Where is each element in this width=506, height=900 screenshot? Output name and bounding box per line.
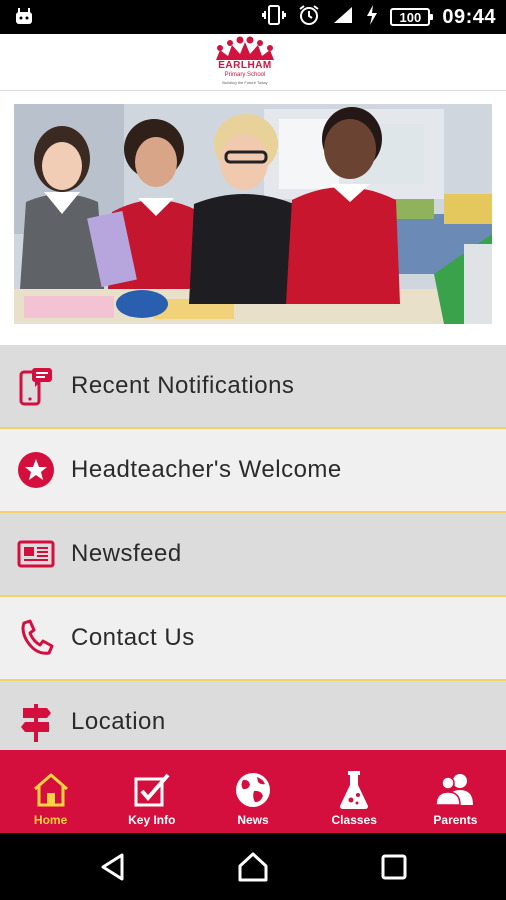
nav-label: Classes — [331, 813, 377, 827]
menu-label: Headteacher's Welcome — [71, 456, 342, 483]
logo-subtitle: Primary School — [224, 72, 266, 78]
system-navigation-bar — [0, 833, 506, 900]
nav-label: Parents — [433, 813, 478, 827]
home-button-icon[interactable] — [237, 851, 269, 883]
phone-notification-icon — [16, 366, 56, 406]
menu-item-contact-us[interactable]: Contact Us — [0, 597, 506, 681]
crown-icon — [216, 36, 274, 60]
nav-label: News — [237, 813, 269, 827]
menu-item-newsfeed[interactable]: Newsfeed — [0, 513, 506, 597]
main-menu: Recent Notifications Headteacher's Welco… — [0, 345, 506, 765]
hero-photo — [14, 104, 492, 324]
nav-home[interactable]: Home — [0, 750, 101, 833]
parents-icon — [435, 770, 475, 810]
logo-school-name: EARLHAM — [218, 60, 272, 71]
newspaper-icon — [16, 534, 56, 574]
menu-label: Newsfeed — [71, 540, 182, 567]
status-time: 09:44 — [442, 5, 496, 28]
nav-classes[interactable]: Classes — [304, 750, 405, 833]
android-notification-icon — [14, 6, 34, 31]
menu-label: Contact Us — [71, 624, 195, 651]
nav-news[interactable]: News — [202, 750, 303, 833]
signal-icon — [332, 5, 354, 30]
menu-label: Recent Notifications — [71, 372, 295, 399]
phone-icon — [16, 618, 56, 658]
nav-label: Home — [33, 813, 68, 827]
charging-icon — [366, 4, 378, 30]
school-logo: EARLHAM Primary School Building the Futu… — [210, 36, 280, 88]
flask-icon — [334, 770, 374, 810]
app-header: EARLHAM Primary School Building the Futu… — [0, 34, 506, 91]
status-bar: 100 09:44 — [0, 0, 506, 34]
battery-level: 100 — [399, 9, 422, 25]
home-icon — [31, 770, 71, 810]
menu-item-headteachers-welcome[interactable]: Headteacher's Welcome — [0, 429, 506, 513]
nav-key-info[interactable]: Key Info — [101, 750, 202, 833]
bottom-navigation: Home Key Info News Classes Parents — [0, 750, 506, 833]
menu-item-recent-notifications[interactable]: Recent Notifications — [0, 345, 506, 429]
recent-apps-icon[interactable] — [378, 851, 410, 883]
star-badge-icon — [16, 450, 56, 490]
vibrate-icon — [262, 4, 287, 31]
checkbox-icon — [132, 770, 172, 810]
nav-label: Key Info — [128, 813, 176, 827]
logo-tagline: Building the Future Today — [222, 80, 268, 85]
menu-label: Location — [71, 708, 166, 735]
signpost-icon — [16, 702, 56, 742]
globe-icon — [233, 770, 273, 810]
back-icon[interactable] — [98, 851, 130, 883]
alarm-icon — [298, 4, 320, 31]
battery-indicator: 100 — [390, 8, 434, 26]
nav-parents[interactable]: Parents — [405, 750, 506, 833]
